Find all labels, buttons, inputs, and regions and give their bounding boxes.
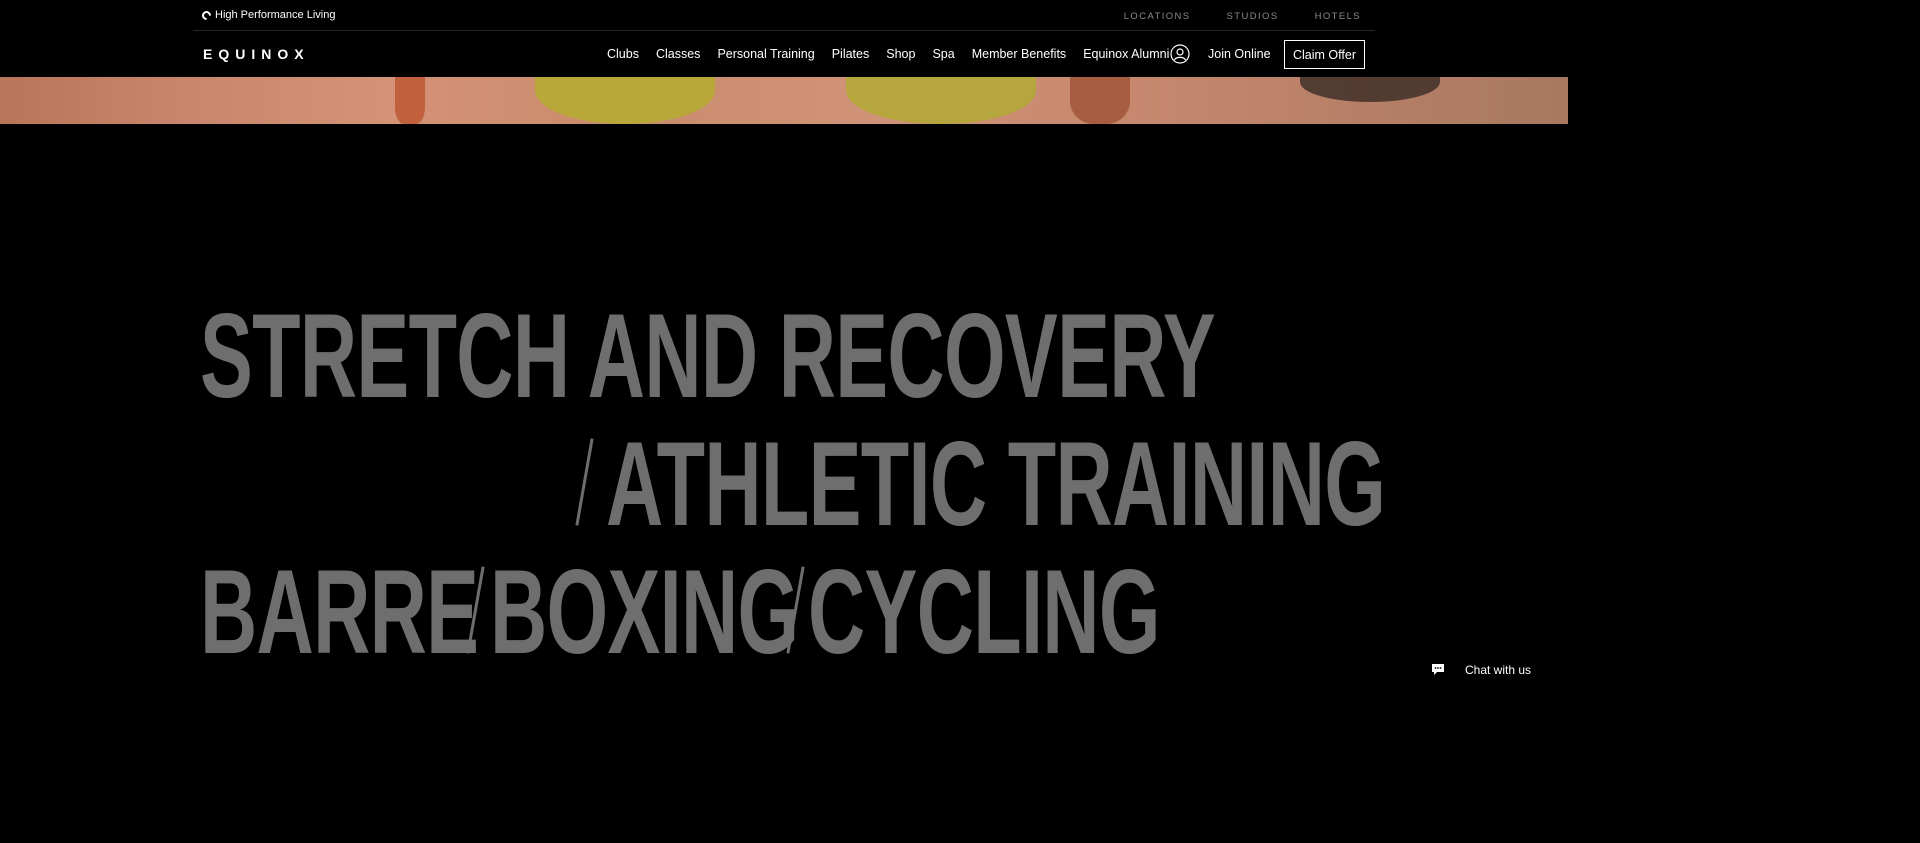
chat-button[interactable]: Chat with us xyxy=(1418,651,1551,688)
headline-barre[interactable]: BARRE xyxy=(200,552,479,672)
utility-links: LOCATIONS STUDIOS HOTELS xyxy=(1124,11,1361,22)
headline-slash xyxy=(786,566,805,654)
headline-cycling[interactable]: CYCLING xyxy=(808,552,1160,672)
hotels-link[interactable]: HOTELS xyxy=(1315,11,1361,22)
nav-member-benefits[interactable]: Member Benefits xyxy=(972,47,1066,61)
chat-label: Chat with us xyxy=(1465,662,1532,677)
nav-equinox-alumni[interactable]: Equinox Alumni xyxy=(1083,47,1169,61)
nav-classes[interactable]: Classes xyxy=(656,47,700,61)
headline-stretch-and-recovery[interactable]: STRETCH AND RECOVERY xyxy=(200,296,1216,416)
nav-personal-training[interactable]: Personal Training xyxy=(717,47,814,61)
headline-boxing[interactable]: BOXING xyxy=(490,552,799,672)
chat-icon xyxy=(1432,664,1444,675)
claim-offer-button[interactable]: Claim Offer xyxy=(1284,40,1365,69)
nav-pilates[interactable]: Pilates xyxy=(832,47,870,61)
headline-athletic-training[interactable]: ATHLETIC TRAINING xyxy=(606,424,1386,544)
equinox-logo[interactable]: EQUINOX xyxy=(203,46,310,62)
account-icon[interactable] xyxy=(1170,44,1190,64)
nav-shop[interactable]: Shop xyxy=(886,47,915,61)
hero-image xyxy=(0,77,1568,124)
nav-links: Clubs Classes Personal Training Pilates … xyxy=(607,47,1186,61)
utility-bar: High Performance Living LOCATIONS STUDIO… xyxy=(193,0,1375,31)
headline-slash xyxy=(575,438,594,526)
headline-slash xyxy=(466,566,485,654)
studios-link[interactable]: STUDIOS xyxy=(1227,11,1279,22)
tagline[interactable]: High Performance Living xyxy=(200,8,336,22)
join-online-link[interactable]: Join Online xyxy=(1208,47,1271,61)
main-nav: EQUINOX Clubs Classes Personal Training … xyxy=(193,31,1375,77)
locations-link[interactable]: LOCATIONS xyxy=(1124,11,1191,22)
nav-spa[interactable]: Spa xyxy=(932,47,954,61)
refresh-icon xyxy=(200,8,213,22)
tagline-text: High Performance Living xyxy=(215,9,336,21)
nav-clubs[interactable]: Clubs xyxy=(607,47,639,61)
